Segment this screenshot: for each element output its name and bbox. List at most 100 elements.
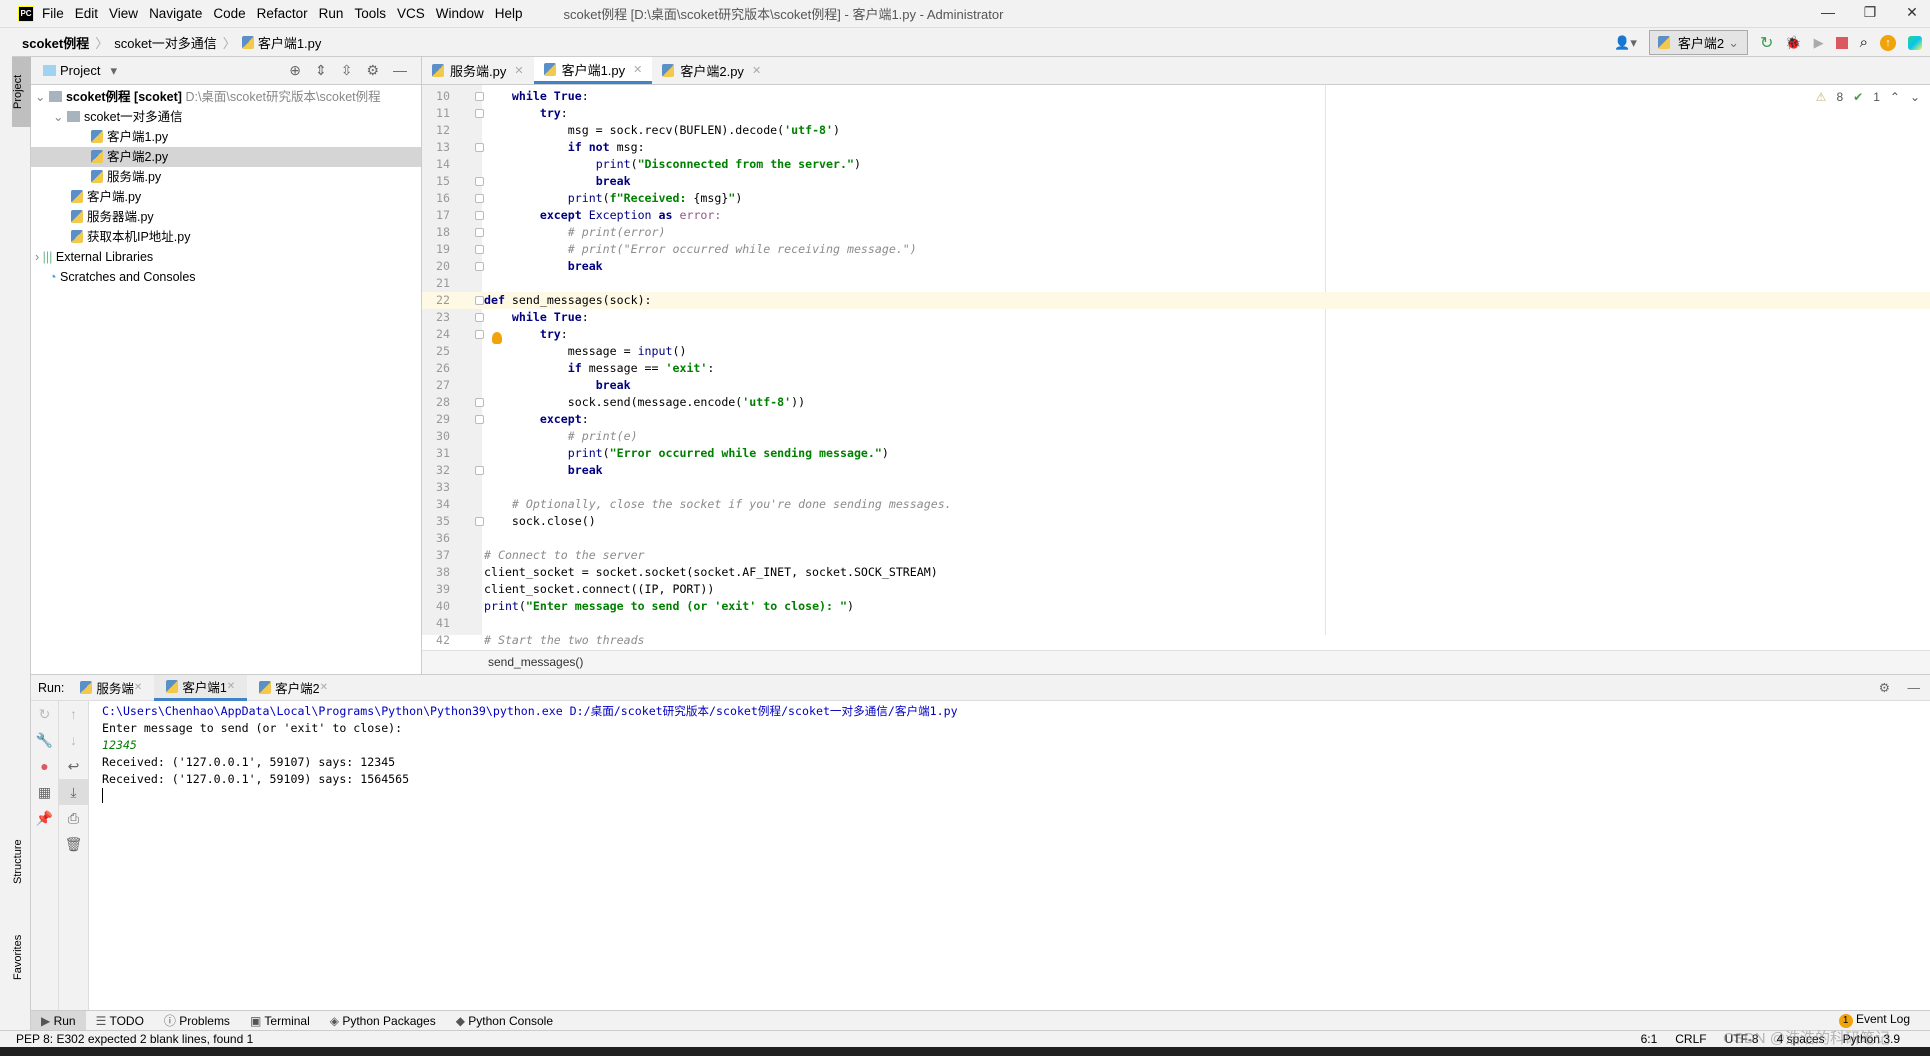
editor-tab[interactable]: 服务端.py ✕ bbox=[422, 57, 534, 84]
menu-run[interactable]: Run bbox=[319, 6, 344, 21]
trash-icon[interactable]: 🗑 bbox=[59, 831, 88, 857]
code-editor[interactable]: 服务端.py ✕ 客户端1.py ✕ 客户端2.py ✕ ⚠ 8 ✔ 1 ⌃ ⌄ 10 whil… bbox=[422, 57, 1930, 674]
menu-window[interactable]: Window bbox=[436, 6, 484, 21]
pin-icon[interactable]: 📌 bbox=[31, 805, 58, 831]
hide-icon[interactable]: — bbox=[1908, 681, 1921, 695]
down-arrow-icon[interactable]: ↓ bbox=[59, 727, 88, 753]
tool-window-run[interactable]: ▶ Run bbox=[31, 1010, 86, 1031]
minimize-button[interactable]: — bbox=[1818, 4, 1838, 20]
gear-icon[interactable]: ⚙ bbox=[1879, 680, 1890, 695]
run-tab[interactable]: 客户端2 ✕ bbox=[247, 675, 340, 701]
event-log-button[interactable]: 1 Event Log bbox=[1838, 1012, 1910, 1028]
toolbox-icon[interactable] bbox=[1908, 35, 1922, 50]
hide-icon[interactable]: — bbox=[393, 62, 407, 79]
editor-tab[interactable]: 客户端1.py ✕ bbox=[533, 57, 653, 84]
rerun-icon[interactable]: ↻ bbox=[31, 701, 58, 727]
close-button[interactable]: ✕ bbox=[1902, 4, 1922, 21]
restore-button[interactable]: ❐ bbox=[1860, 4, 1880, 21]
menu-refactor[interactable]: Refactor bbox=[257, 6, 308, 21]
expand-all-icon[interactable]: ⇕ bbox=[315, 62, 327, 79]
breadcrumb-project[interactable]: scoket例程 bbox=[22, 33, 89, 52]
menu-help[interactable]: Help bbox=[495, 6, 523, 21]
project-tool-tab[interactable]: Project bbox=[12, 57, 31, 127]
tree-folder[interactable]: ⌄ scoket一对多通信 bbox=[31, 107, 421, 127]
tree-root[interactable]: ⌄ scoket例程 [scoket] D:\桌面\scoket研究版本\sco… bbox=[31, 87, 421, 107]
locate-icon[interactable]: ⊕ bbox=[289, 62, 301, 79]
fold-marker-icon[interactable] bbox=[475, 296, 484, 305]
menu-navigate[interactable]: Navigate bbox=[149, 6, 202, 21]
tree-file-selected[interactable]: 客户端2.py bbox=[31, 147, 421, 167]
breadcrumb-file[interactable]: 客户端1.py bbox=[258, 33, 322, 52]
menu-code[interactable]: Code bbox=[213, 6, 245, 21]
print-icon[interactable]: ⎙ bbox=[59, 805, 88, 831]
editor-tab[interactable]: 客户端2.py ✕ bbox=[652, 57, 771, 84]
fold-marker-icon[interactable] bbox=[475, 330, 484, 339]
fold-marker-icon[interactable] bbox=[475, 109, 484, 118]
fold-marker-icon[interactable] bbox=[475, 143, 484, 152]
fold-marker-icon[interactable] bbox=[475, 194, 484, 203]
debug-icon[interactable]: 🐞 bbox=[1785, 35, 1801, 51]
coverage-icon[interactable]: ▶ bbox=[1814, 35, 1824, 51]
fold-marker-icon[interactable] bbox=[475, 517, 484, 526]
fold-marker-icon[interactable] bbox=[475, 92, 484, 101]
caret-position[interactable]: 6:1 bbox=[1641, 1031, 1658, 1047]
project-view-select[interactable]: Project bbox=[60, 63, 100, 78]
fold-marker-icon[interactable] bbox=[475, 398, 484, 407]
tree-file[interactable]: 服务器端.py bbox=[31, 207, 421, 227]
rerun-icon[interactable]: ↻ bbox=[1760, 33, 1773, 53]
fold-marker-icon[interactable] bbox=[475, 415, 484, 424]
fold-marker-icon[interactable] bbox=[475, 211, 484, 220]
menu-vcs[interactable]: VCS bbox=[397, 6, 425, 21]
menu-file[interactable]: File bbox=[42, 6, 64, 21]
tree-file[interactable]: 获取本机IP地址.py bbox=[31, 227, 421, 247]
soft-wrap-icon[interactable]: ↩ bbox=[59, 753, 88, 779]
tool-window-problems[interactable]: ⓘ Problems bbox=[154, 1011, 240, 1031]
fold-marker-icon[interactable] bbox=[475, 262, 484, 271]
close-tab-icon[interactable]: ✕ bbox=[227, 681, 235, 692]
tree-file[interactable]: 客户端1.py bbox=[31, 127, 421, 147]
tree-external-libraries[interactable]: › ||| External Libraries bbox=[31, 247, 421, 267]
stop-icon[interactable] bbox=[1835, 36, 1848, 49]
menu-edit[interactable]: Edit bbox=[75, 6, 98, 21]
run-configuration-select[interactable]: 客户端2 ⌄ bbox=[1648, 30, 1748, 55]
run-tab[interactable]: 服务端 ✕ bbox=[68, 675, 154, 701]
tool-window-terminal[interactable]: ▣ Terminal bbox=[240, 1011, 320, 1031]
close-tab-icon[interactable]: ✕ bbox=[752, 64, 761, 77]
close-tab-icon[interactable]: ✕ bbox=[633, 63, 642, 76]
fold-marker-icon[interactable] bbox=[475, 245, 484, 254]
fold-marker-icon[interactable] bbox=[475, 466, 484, 475]
gear-icon[interactable]: ⚙ bbox=[366, 62, 379, 79]
user-icon[interactable]: 👤▾ bbox=[1614, 35, 1637, 51]
close-tab-icon[interactable]: ✕ bbox=[134, 682, 142, 693]
fold-marker-icon[interactable] bbox=[475, 313, 484, 322]
wrench-icon[interactable]: 🔧 bbox=[31, 727, 58, 753]
tool-window-todo[interactable]: ☰ TODO bbox=[86, 1011, 154, 1031]
fold-marker-icon[interactable] bbox=[475, 228, 484, 237]
tree-file[interactable]: 客户端.py bbox=[31, 187, 421, 207]
up-arrow-icon[interactable]: ↑ bbox=[59, 701, 88, 727]
stop-icon[interactable]: ● bbox=[31, 753, 58, 779]
run-tab[interactable]: 客户端1 ✕ bbox=[154, 674, 248, 701]
line-separator[interactable]: CRLF bbox=[1675, 1031, 1706, 1047]
layout-icon[interactable]: ▦ bbox=[31, 779, 58, 805]
tree-scratches[interactable]: ◔ Scratches and Consoles bbox=[31, 267, 421, 287]
intention-bulb-icon[interactable] bbox=[492, 332, 502, 344]
tool-window-python-packages[interactable]: ◈ Python Packages bbox=[320, 1011, 446, 1031]
close-tab-icon[interactable]: ✕ bbox=[320, 682, 328, 693]
menu-tools[interactable]: Tools bbox=[354, 6, 386, 21]
search-icon[interactable]: ⌕ bbox=[1860, 34, 1868, 51]
tool-window-python-console[interactable]: ◆ Python Console bbox=[446, 1011, 563, 1031]
scroll-to-end-icon[interactable]: ⤓ bbox=[59, 779, 88, 805]
structure-tool-tab[interactable]: Structure bbox=[12, 827, 31, 897]
menu-view[interactable]: View bbox=[109, 6, 138, 21]
tree-file[interactable]: 服务端.py bbox=[31, 167, 421, 187]
collapse-all-icon[interactable]: ⇳ bbox=[341, 62, 353, 79]
breadcrumb-folder[interactable]: scoket一对多通信 bbox=[114, 33, 217, 52]
favorites-tool-tab[interactable]: Favorites bbox=[12, 917, 31, 997]
tool-window-bar: ▶ Run ☰ TODO ⓘ Problems ▣ Terminal ◈ Python … bbox=[31, 1010, 1930, 1031]
editor-breadcrumb[interactable]: send_messages() bbox=[422, 650, 1930, 674]
update-icon[interactable]: ↑ bbox=[1880, 34, 1896, 51]
fold-marker-icon[interactable] bbox=[475, 177, 484, 186]
close-tab-icon[interactable]: ✕ bbox=[514, 64, 523, 77]
console-output[interactable]: C:\Users\Chenhao\AppData\Local\Programs\… bbox=[102, 703, 958, 803]
